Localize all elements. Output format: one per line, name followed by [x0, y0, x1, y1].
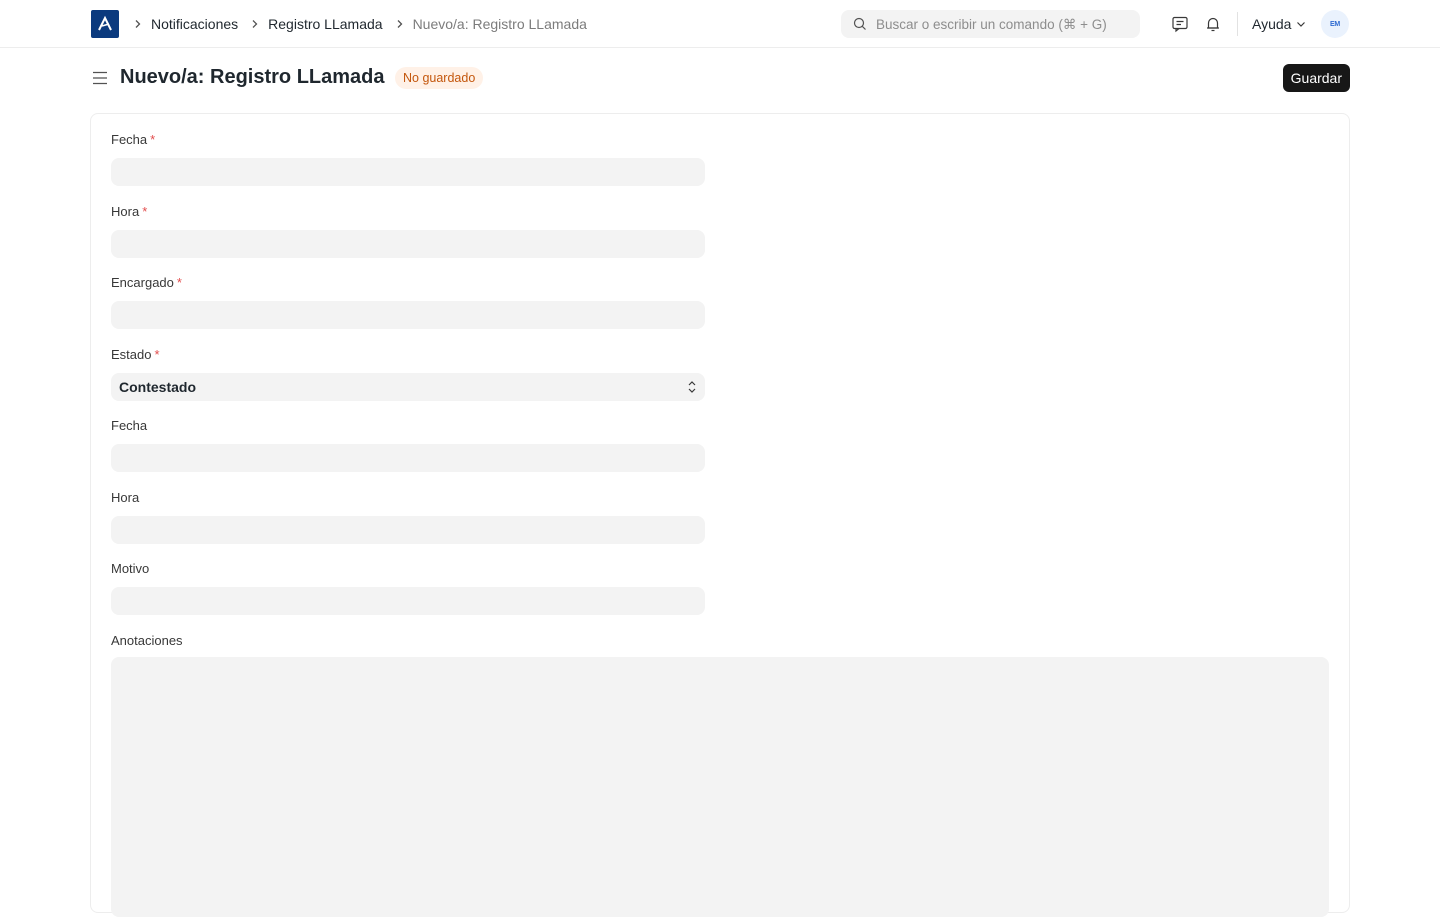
chat-icon[interactable] — [1170, 14, 1190, 34]
breadcrumb: Notificaciones Registro LLamada Nuevo/a:… — [131, 14, 597, 34]
save-button[interactable]: Guardar — [1282, 64, 1350, 92]
field-label: Estado * — [111, 347, 160, 362]
field-fecha: Fecha * — [111, 131, 706, 186]
estado-select[interactable]: Contestado — [111, 373, 705, 401]
anotaciones-textarea[interactable] — [111, 657, 1329, 917]
field-label: Motivo — [111, 561, 150, 576]
help-dropdown[interactable]: Ayuda — [1252, 14, 1306, 34]
field-hora-2: Hora — [111, 489, 706, 544]
field-label: Encargado * — [111, 275, 182, 290]
page-header: Nuevo/a: Registro LLamada No guardado Gu… — [91, 62, 1350, 94]
fecha-2-input[interactable] — [111, 444, 705, 472]
nav-divider — [1237, 12, 1238, 36]
status-badge: No guardado — [395, 67, 484, 89]
field-fecha-2: Fecha — [111, 417, 706, 472]
estado-selected-value: Contestado — [119, 379, 196, 395]
breadcrumb-item-notificaciones[interactable]: Notificaciones — [151, 16, 238, 32]
search-icon — [853, 17, 867, 31]
hora-2-input[interactable] — [111, 516, 705, 544]
field-encargado: Encargado * — [111, 274, 706, 329]
field-hora: Hora * — [111, 203, 706, 258]
field-label: Hora * — [111, 204, 148, 219]
field-motivo: Motivo — [111, 560, 706, 615]
sidebar-toggle-icon[interactable] — [91, 68, 109, 88]
hora-input[interactable] — [111, 230, 705, 258]
search-bar[interactable] — [841, 10, 1140, 38]
field-label: Fecha * — [111, 132, 156, 147]
page-title: Nuevo/a: Registro LLamada — [120, 66, 385, 88]
encargado-input[interactable] — [111, 301, 705, 329]
help-label: Ayuda — [1252, 16, 1292, 32]
select-arrows-icon — [687, 380, 697, 394]
form-card: Fecha * Hora * Encargado * Estado * Contesta… — [90, 113, 1350, 917]
field-label: Fecha — [111, 418, 148, 433]
fecha-input[interactable] — [111, 158, 705, 186]
field-label: Hora — [111, 490, 140, 505]
search-input[interactable] — [876, 16, 1126, 32]
navbar: Notificaciones Registro LLamada Nuevo/a:… — [0, 0, 1440, 48]
field-estado: Estado * Contestado — [111, 346, 706, 401]
avatar[interactable]: EM — [1321, 10, 1349, 38]
chevron-down-icon — [1296, 19, 1306, 29]
bell-icon[interactable] — [1203, 14, 1223, 34]
breadcrumb-item-current: Nuevo/a: Registro LLamada — [412, 16, 587, 32]
chevron-right-icon — [133, 19, 143, 29]
chevron-right-icon — [250, 19, 260, 29]
breadcrumb-item-registro-llamada[interactable]: Registro LLamada — [268, 16, 382, 32]
field-anotaciones: Anotaciones — [111, 632, 1331, 920]
chevron-right-icon — [395, 19, 405, 29]
field-label: Anotaciones — [111, 633, 183, 648]
app-logo-icon[interactable] — [91, 10, 119, 38]
motivo-input[interactable] — [111, 587, 705, 615]
